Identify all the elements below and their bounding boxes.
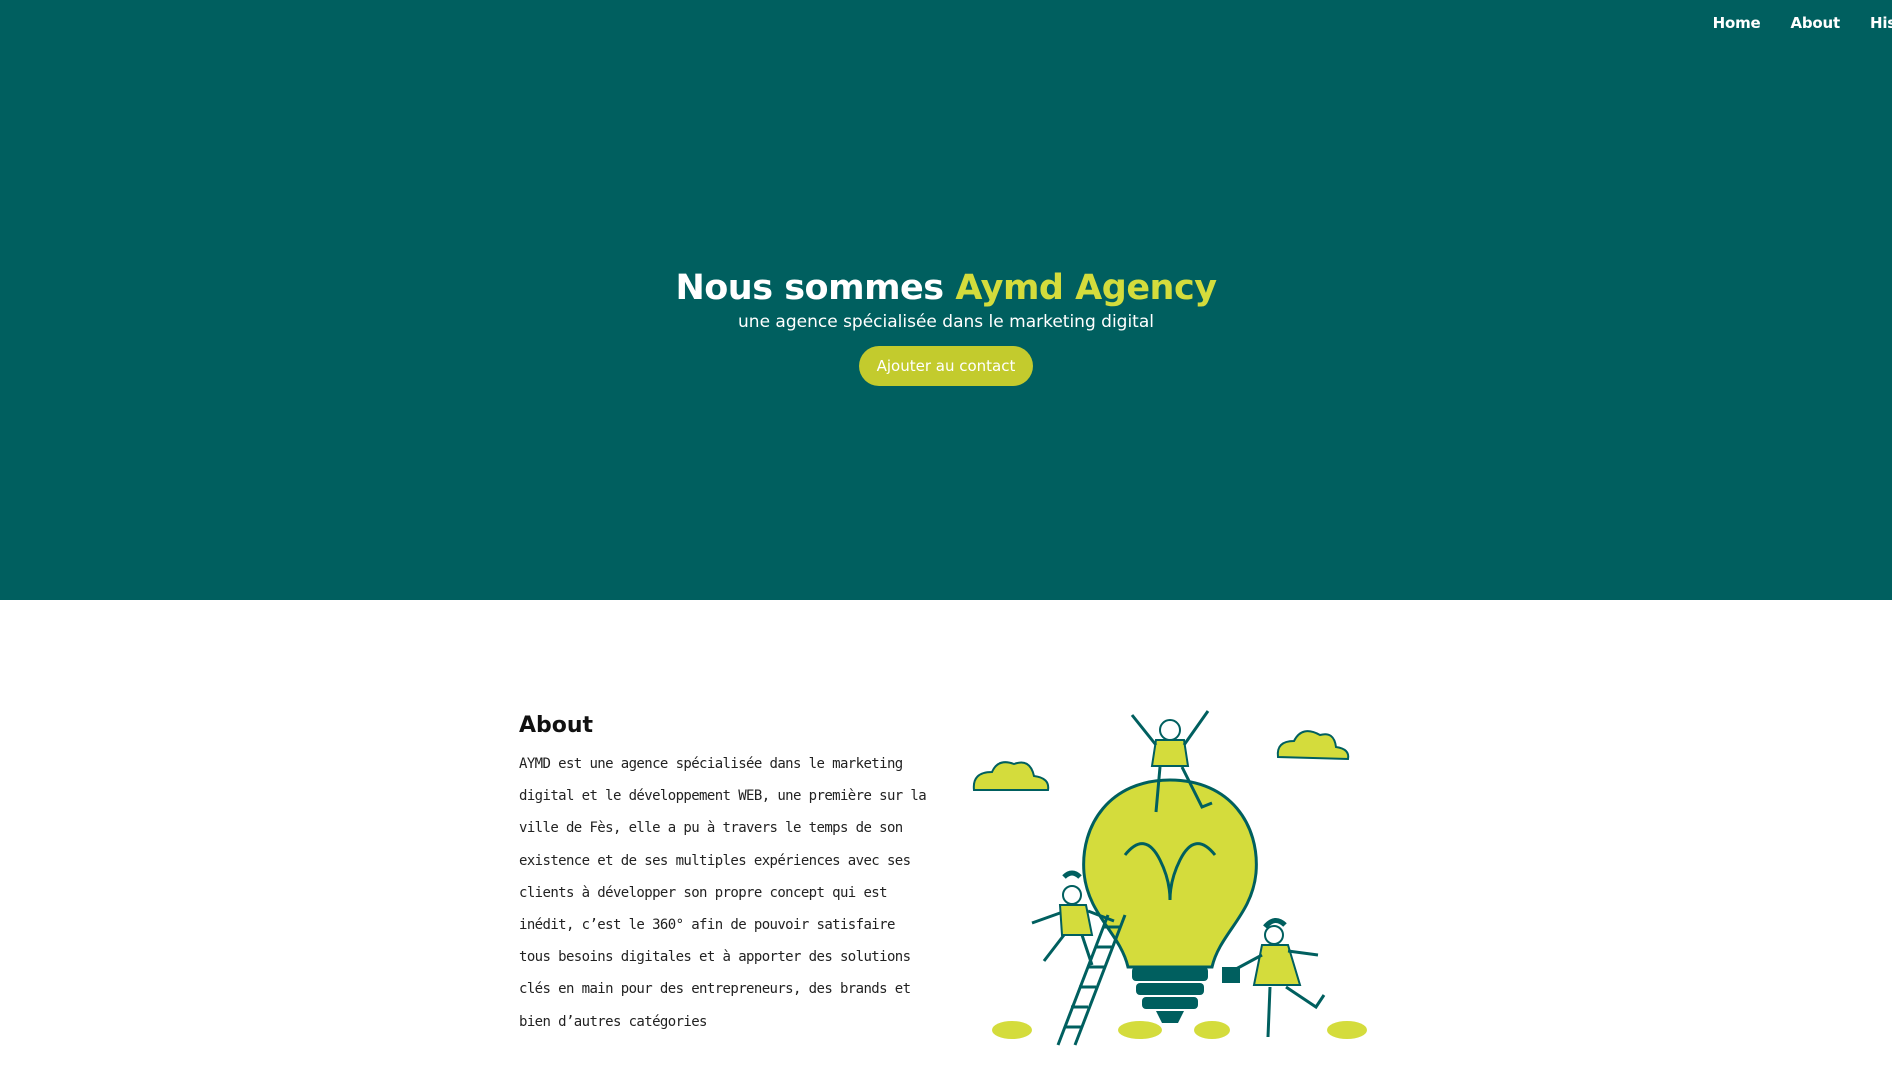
- page: Home About His Nous sommes Aymd Agency u…: [0, 0, 1892, 1080]
- cloud-icon: [1276, 730, 1350, 761]
- person-icon: [1222, 918, 1326, 1038]
- hero-content: Nous sommes Aymd Agency une agence spéci…: [0, 268, 1892, 386]
- nav-about-link[interactable]: About: [1790, 14, 1840, 32]
- hero-title: Nous sommes Aymd Agency: [0, 268, 1892, 308]
- lightbulb-people-illustration: [972, 710, 1367, 1046]
- bush-icon: [992, 1021, 1367, 1039]
- hero-title-accent: Aymd Agency: [955, 268, 1217, 308]
- cloud-icon: [972, 761, 1050, 791]
- hero-section: Home About His Nous sommes Aymd Agency u…: [0, 0, 1892, 600]
- about-section: About AYMD est une agence spécialisée da…: [519, 713, 931, 1038]
- top-nav: Home About His: [1713, 14, 1892, 32]
- hero-subtitle: une agence spécialisée dans le marketing…: [738, 312, 1154, 332]
- about-body: AYMD est une agence spécialisée dans le …: [519, 756, 927, 1030]
- hero-title-prefix: Nous sommes: [675, 268, 956, 308]
- nav-home-link[interactable]: Home: [1713, 14, 1761, 32]
- lightbulb-icon: [1082, 778, 1258, 1023]
- nav-history-link[interactable]: His: [1870, 14, 1892, 32]
- add-to-contact-button[interactable]: Ajouter au contact: [858, 346, 1034, 386]
- about-heading: About: [519, 713, 594, 738]
